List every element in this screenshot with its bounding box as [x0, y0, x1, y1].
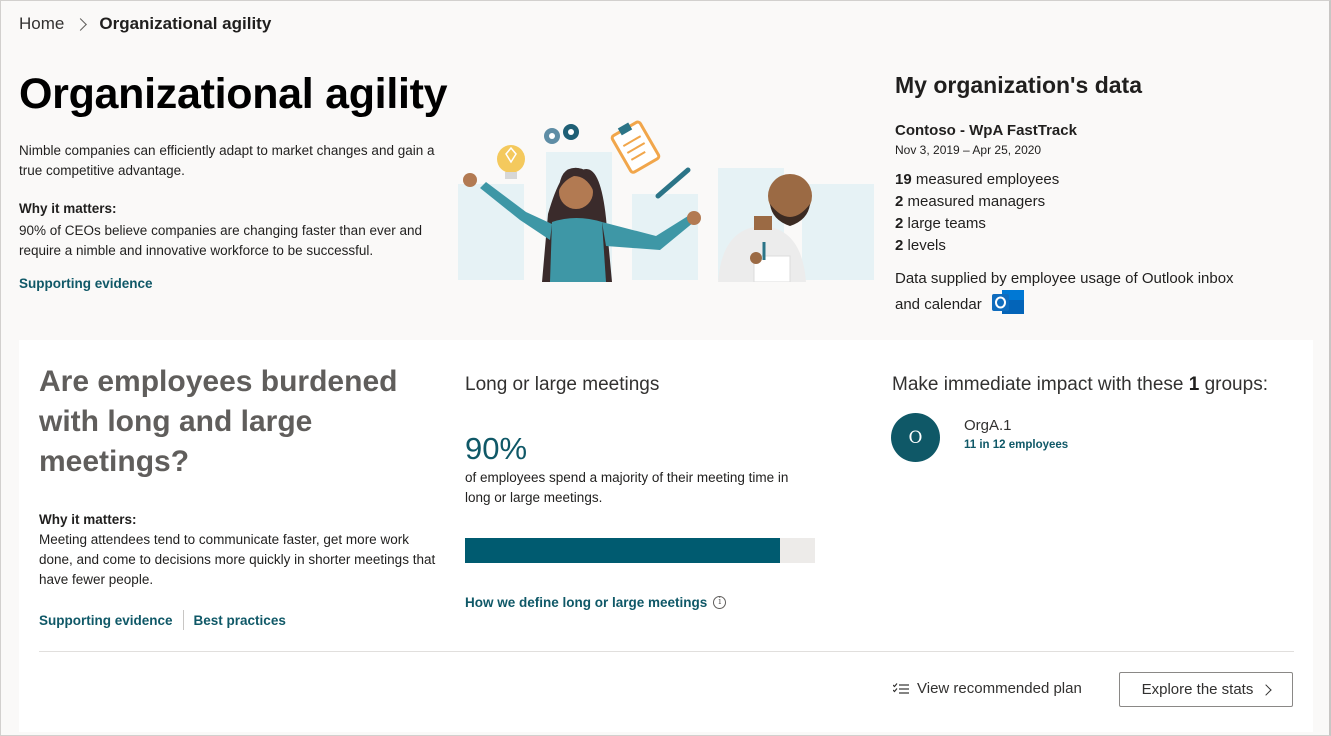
breadcrumb-current: Organizational agility [99, 14, 272, 33]
org-stat-levels: 2 levels [895, 237, 946, 254]
breadcrumb: Home Organizational agility [19, 14, 271, 34]
view-plan-label: View recommended plan [917, 680, 1082, 697]
define-meetings-link[interactable]: How we define long or large meetings i [465, 595, 727, 610]
outlook-icon [991, 290, 1024, 314]
info-icon[interactable]: i [713, 596, 727, 609]
org-name: Contoso - WpA FastTrack [895, 122, 1077, 139]
group-avatar: O [891, 413, 940, 462]
insight-question: Are employees burdened with long and lar… [39, 365, 398, 478]
metric-progress-fill [465, 538, 780, 563]
link-divider [182, 610, 184, 630]
hero-why-heading: Why it matters: [19, 201, 117, 216]
org-stats-list: 19 measured employees 2 measured manager… [895, 169, 1059, 257]
define-meetings-label: How we define long or large meetings [465, 595, 708, 610]
org-data-source-text: Data supplied by employee usage of Outlo… [895, 270, 1234, 313]
group-name[interactable]: OrgA.1 [964, 417, 1012, 434]
supporting-evidence-link[interactable]: Supporting evidence [19, 276, 153, 291]
org-date-range: Nov 3, 2019 – Apr 25, 2020 [895, 143, 1042, 157]
chevron-right-icon [1260, 683, 1273, 696]
card-divider [39, 651, 1294, 652]
best-practices-link[interactable]: Best practices [194, 613, 286, 628]
metric-description: of employees spend a majority of their m… [465, 470, 789, 505]
insight-card: Are employees burdened with long and lar… [19, 340, 1313, 732]
groups-title: Make immediate impact with these 1 group… [892, 374, 1268, 395]
metric-progress-bar [465, 538, 815, 563]
supporting-evidence-link[interactable]: Supporting evidence [39, 613, 173, 628]
checklist-icon [893, 682, 909, 694]
org-stat-teams: 2 large teams [895, 215, 986, 232]
explore-stats-button[interactable]: Explore the stats [1119, 672, 1293, 707]
explore-stats-label: Explore the stats [1141, 681, 1254, 698]
metric-title: Long or large meetings [465, 374, 660, 395]
breadcrumb-home-link[interactable]: Home [19, 14, 64, 34]
insight-links: Supporting evidence Best practices [39, 610, 286, 630]
metric-value: 90% [465, 431, 528, 466]
org-stat-managers: 2 measured managers [895, 193, 1046, 210]
insight-why-heading: Why it matters: [39, 512, 137, 527]
hero-why-text: 90% of CEOs believe companies are changi… [19, 223, 422, 258]
hero-description: Nimble companies can efficiently adapt t… [19, 143, 435, 178]
hero-illustration [458, 120, 874, 282]
insight-why-text: Meeting attendees tend to communicate fa… [39, 532, 436, 587]
view-plan-button[interactable]: View recommended plan [893, 680, 1082, 697]
org-data-title: My organization's data [895, 72, 1143, 98]
group-employee-count[interactable]: 11 in 12 employees [964, 439, 1068, 451]
chevron-right-icon [74, 17, 88, 31]
org-stat-employees: 19 measured employees [895, 171, 1060, 188]
page-title: Organizational agility [19, 70, 448, 118]
org-data-source: Data supplied by employee usage of Outlo… [895, 266, 1235, 319]
